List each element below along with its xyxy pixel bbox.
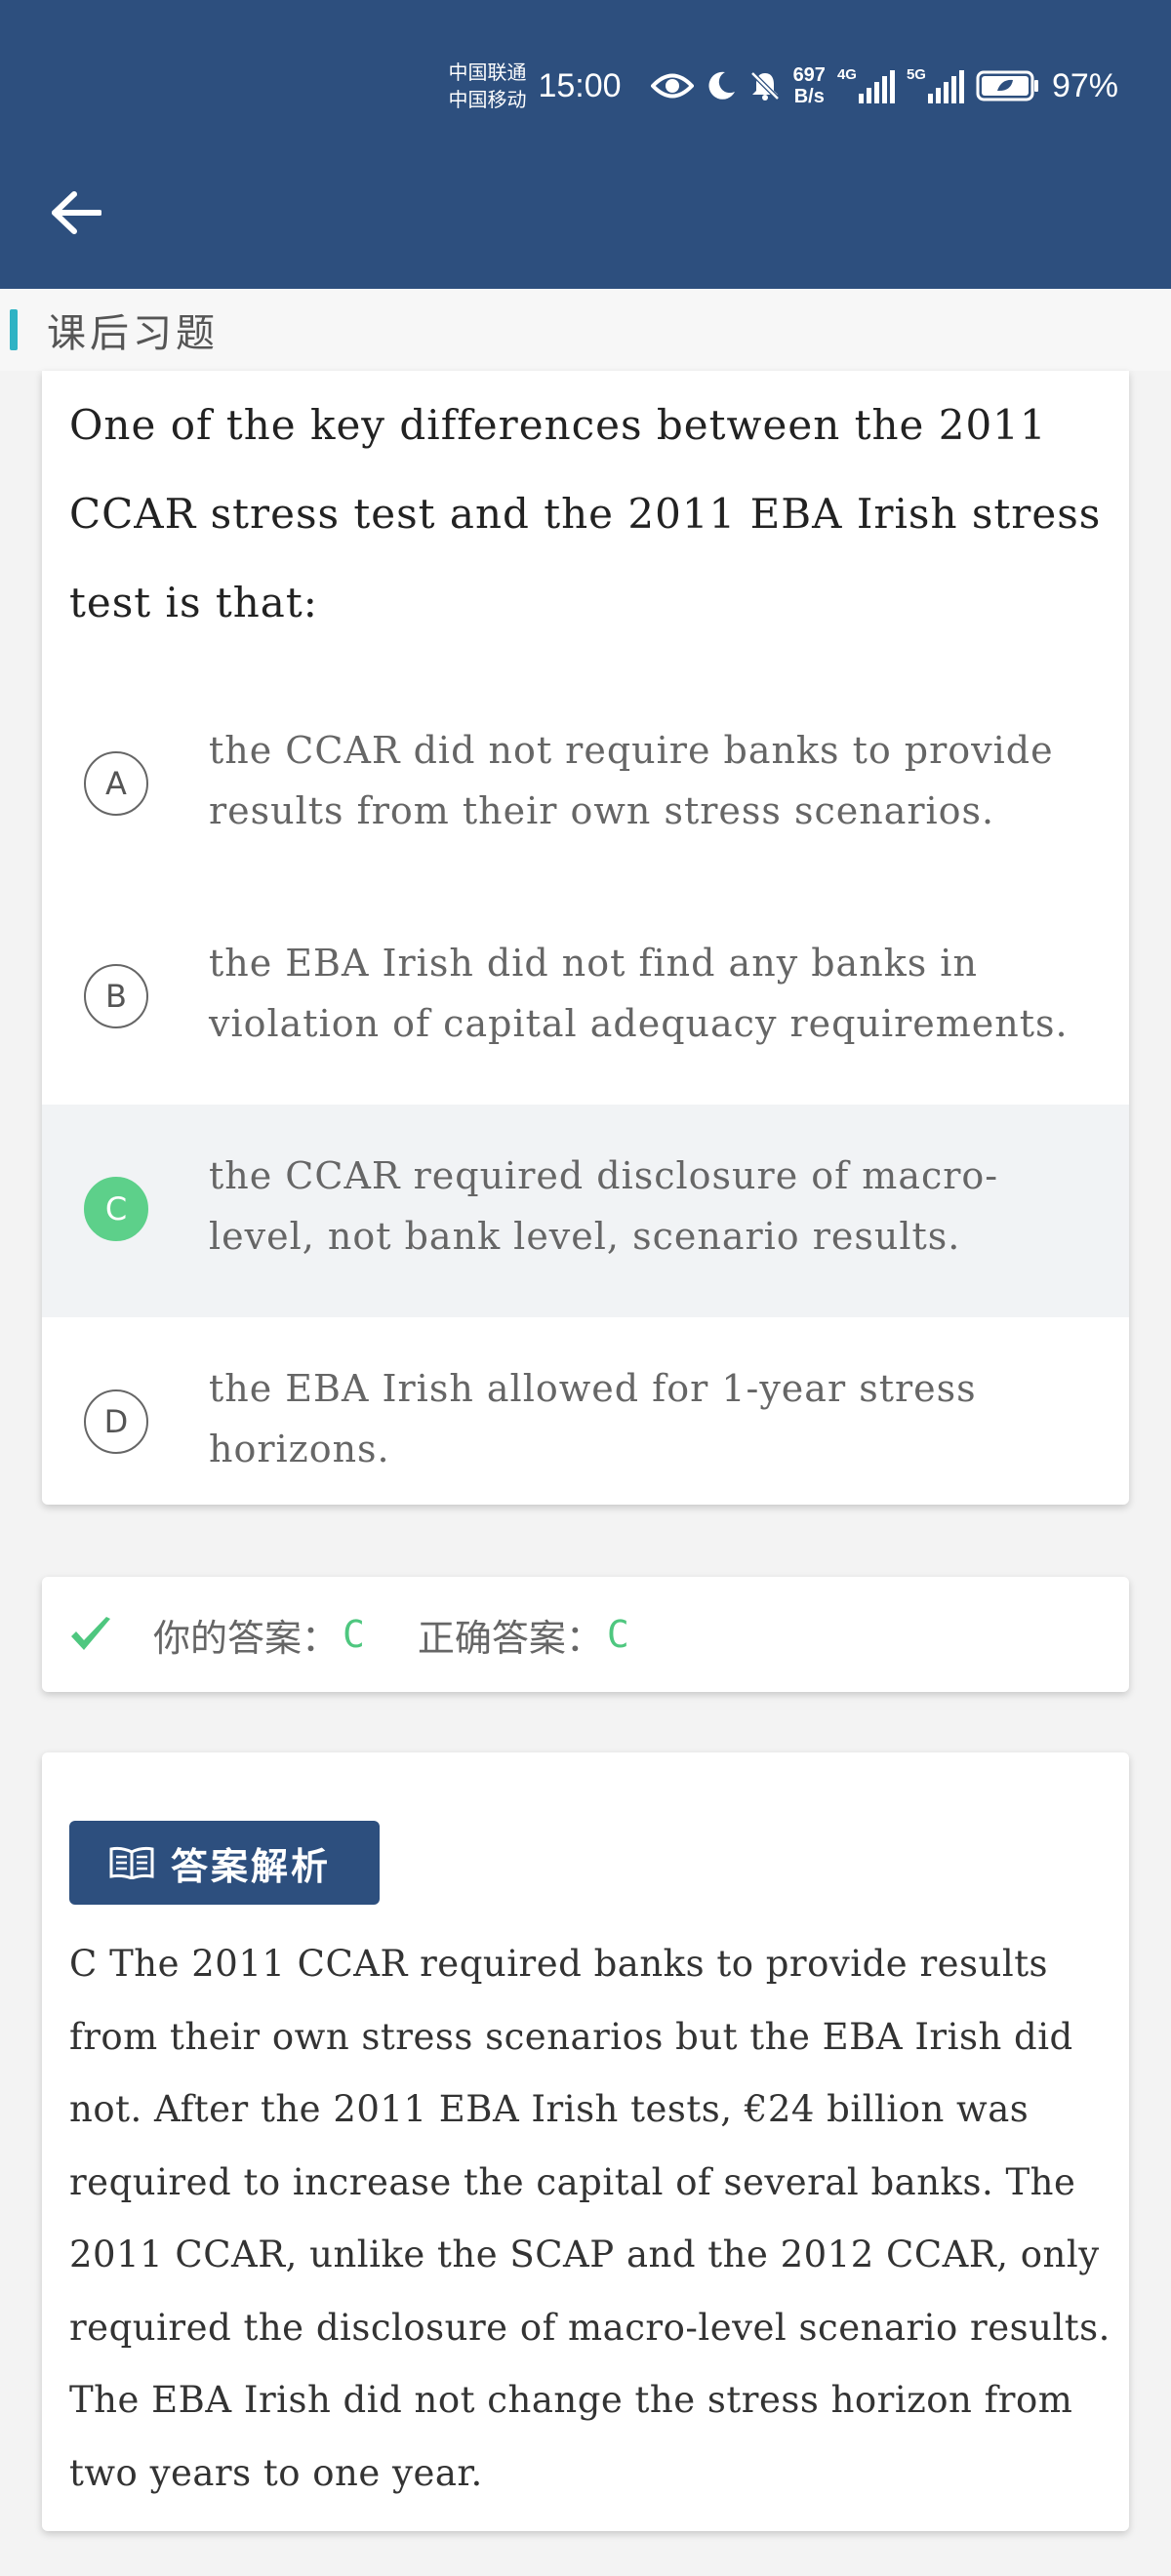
explanation-button-label: 答案解析 [171, 1843, 332, 1888]
clock: 15:00 [538, 66, 622, 104]
option-text: the CCAR did not require banks to provid… [209, 729, 1054, 832]
bell-muted-icon [748, 69, 782, 102]
answer-result-card: 你的答案： C 正确答案： C [42, 1577, 1129, 1692]
carrier-names: 中国联通 中国移动 [448, 59, 526, 113]
option-d[interactable]: D the EBA Irish allowed for 1-year stres… [42, 1317, 1129, 1505]
section-accent-bar [10, 309, 18, 350]
network-speed: 697 B/s [792, 64, 826, 107]
app-header: 中国联通 中国移动 15:00 697 B/s 4G 5G 97% [0, 0, 1171, 289]
option-text: the EBA Irish did not find any banks in … [209, 942, 1069, 1045]
battery-icon [976, 69, 1040, 102]
status-bar: 中国联通 中国移动 15:00 697 B/s 4G 5G 97% [448, 55, 1118, 117]
arrow-left-icon [51, 190, 102, 239]
question-text: One of the key differences between the 2… [69, 401, 1102, 626]
eye-icon [650, 71, 694, 101]
book-icon [108, 1846, 155, 1879]
question-card: One of the key differences between the 2… [42, 371, 1129, 1505]
checkmark-icon [69, 1613, 112, 1656]
battery-percent: 97% [1051, 66, 1118, 104]
option-letter: B [84, 964, 148, 1028]
section-header: 课后习题 [0, 289, 1171, 371]
signal-strength-icon: 4G [837, 66, 895, 103]
correct-answer-value: C [606, 1613, 629, 1656]
option-b[interactable]: B the EBA Irish did not find any banks i… [42, 892, 1129, 1105]
option-text: the CCAR required disclosure of macro-le… [209, 1154, 999, 1258]
option-letter: D [84, 1389, 148, 1454]
section-title: 课后习题 [47, 311, 219, 356]
carrier-1: 中国联通 [448, 60, 527, 84]
explanation-button[interactable]: 答案解析 [69, 1821, 380, 1905]
option-letter: C [84, 1177, 148, 1241]
option-c[interactable]: C the CCAR required disclosure of macro-… [42, 1105, 1129, 1317]
answer-result: 你的答案： C 正确答案： C [69, 1577, 629, 1692]
your-answer-value: C [343, 1613, 365, 1656]
explanation-card: 答案解析 C The 2011 CCAR required banks to p… [42, 1752, 1129, 2531]
moon-icon [706, 70, 737, 101]
carrier-2: 中国移动 [448, 88, 527, 111]
correct-answer-label: 正确答案： [417, 1616, 603, 1660]
option-a[interactable]: A the CCAR did not require banks to prov… [42, 679, 1129, 892]
option-text: the EBA Irish allowed for 1-year stress … [209, 1367, 977, 1470]
back-button[interactable] [47, 185, 105, 244]
signal-strength-icon: 5G [907, 66, 964, 103]
explanation-text: C The 2011 CCAR required banks to provid… [69, 1943, 1110, 2494]
option-letter: A [84, 751, 148, 816]
your-answer-label: 你的答案： [153, 1616, 340, 1660]
